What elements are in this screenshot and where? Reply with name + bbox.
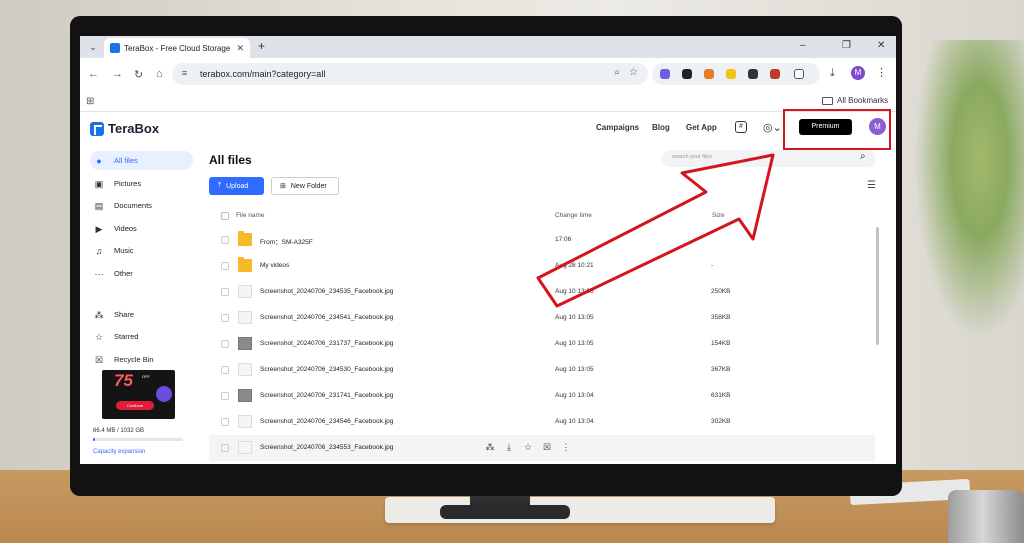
annotation-arrow [536, 153, 775, 308]
annotation-arrow-shape [536, 153, 775, 308]
